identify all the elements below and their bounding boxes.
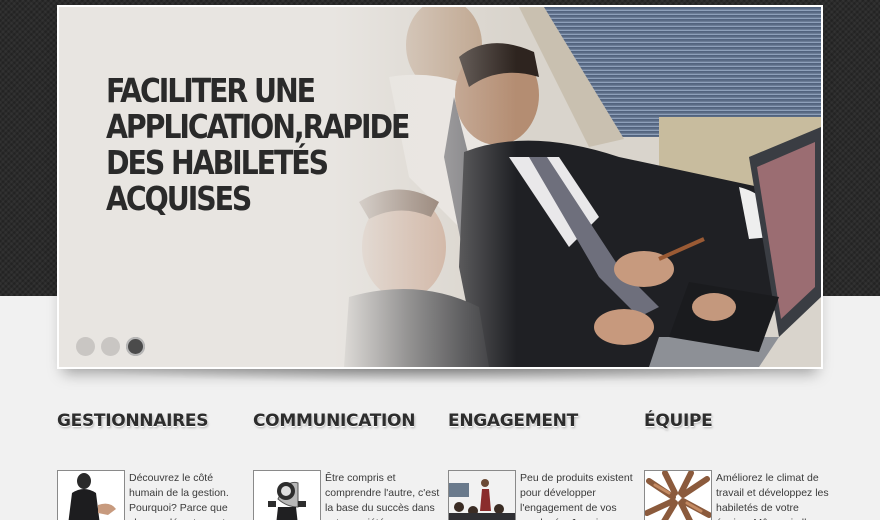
hero-slider[interactable]: Faciliter une application,rapide des hab… bbox=[57, 5, 823, 369]
slider-pagination bbox=[76, 337, 145, 356]
hero-headline: Faciliter une application,rapide des hab… bbox=[106, 71, 410, 218]
hero-headline-line: acquises bbox=[106, 179, 252, 218]
feature-description: Peu de produits existent pour développer… bbox=[520, 472, 633, 520]
megaphone-person-image[interactable] bbox=[253, 470, 321, 520]
hero-headline-line: Faciliter une bbox=[106, 71, 316, 110]
slider-dot-1[interactable] bbox=[76, 337, 95, 356]
slider-dot-2[interactable] bbox=[101, 337, 120, 356]
hero-headline-line: application,rapide bbox=[106, 107, 410, 146]
team-hands-circle-image[interactable] bbox=[644, 470, 712, 520]
feature-description: Découvrez le côté humain de la gestion. … bbox=[129, 472, 229, 520]
feature-equipe: Équipe bbox=[644, 408, 829, 520]
feature-communication: Communication Être compris et comprendre… bbox=[253, 408, 439, 520]
slider-dot-3[interactable] bbox=[126, 337, 145, 356]
feature-description: Améliorez le climat de travail et dévelo… bbox=[716, 472, 829, 520]
feature-title[interactable]: Gestionnaires bbox=[57, 408, 242, 436]
feature-title[interactable]: Équipe bbox=[644, 408, 829, 436]
feature-title[interactable]: Engagement bbox=[448, 408, 633, 436]
hero-headline-line: des habiletés bbox=[106, 143, 329, 182]
audience-presentation-image[interactable] bbox=[448, 470, 516, 520]
business-handshake-image[interactable] bbox=[57, 470, 125, 520]
feature-gestionnaires: Gestionnaires Découvrez le côté humain d… bbox=[57, 408, 242, 520]
feature-description: Être compris et comprendre l'autre, c'es… bbox=[325, 472, 440, 520]
feature-engagement: Engagement Peu de produits existent pour… bbox=[448, 408, 633, 520]
feature-title[interactable]: Communication bbox=[253, 408, 438, 436]
